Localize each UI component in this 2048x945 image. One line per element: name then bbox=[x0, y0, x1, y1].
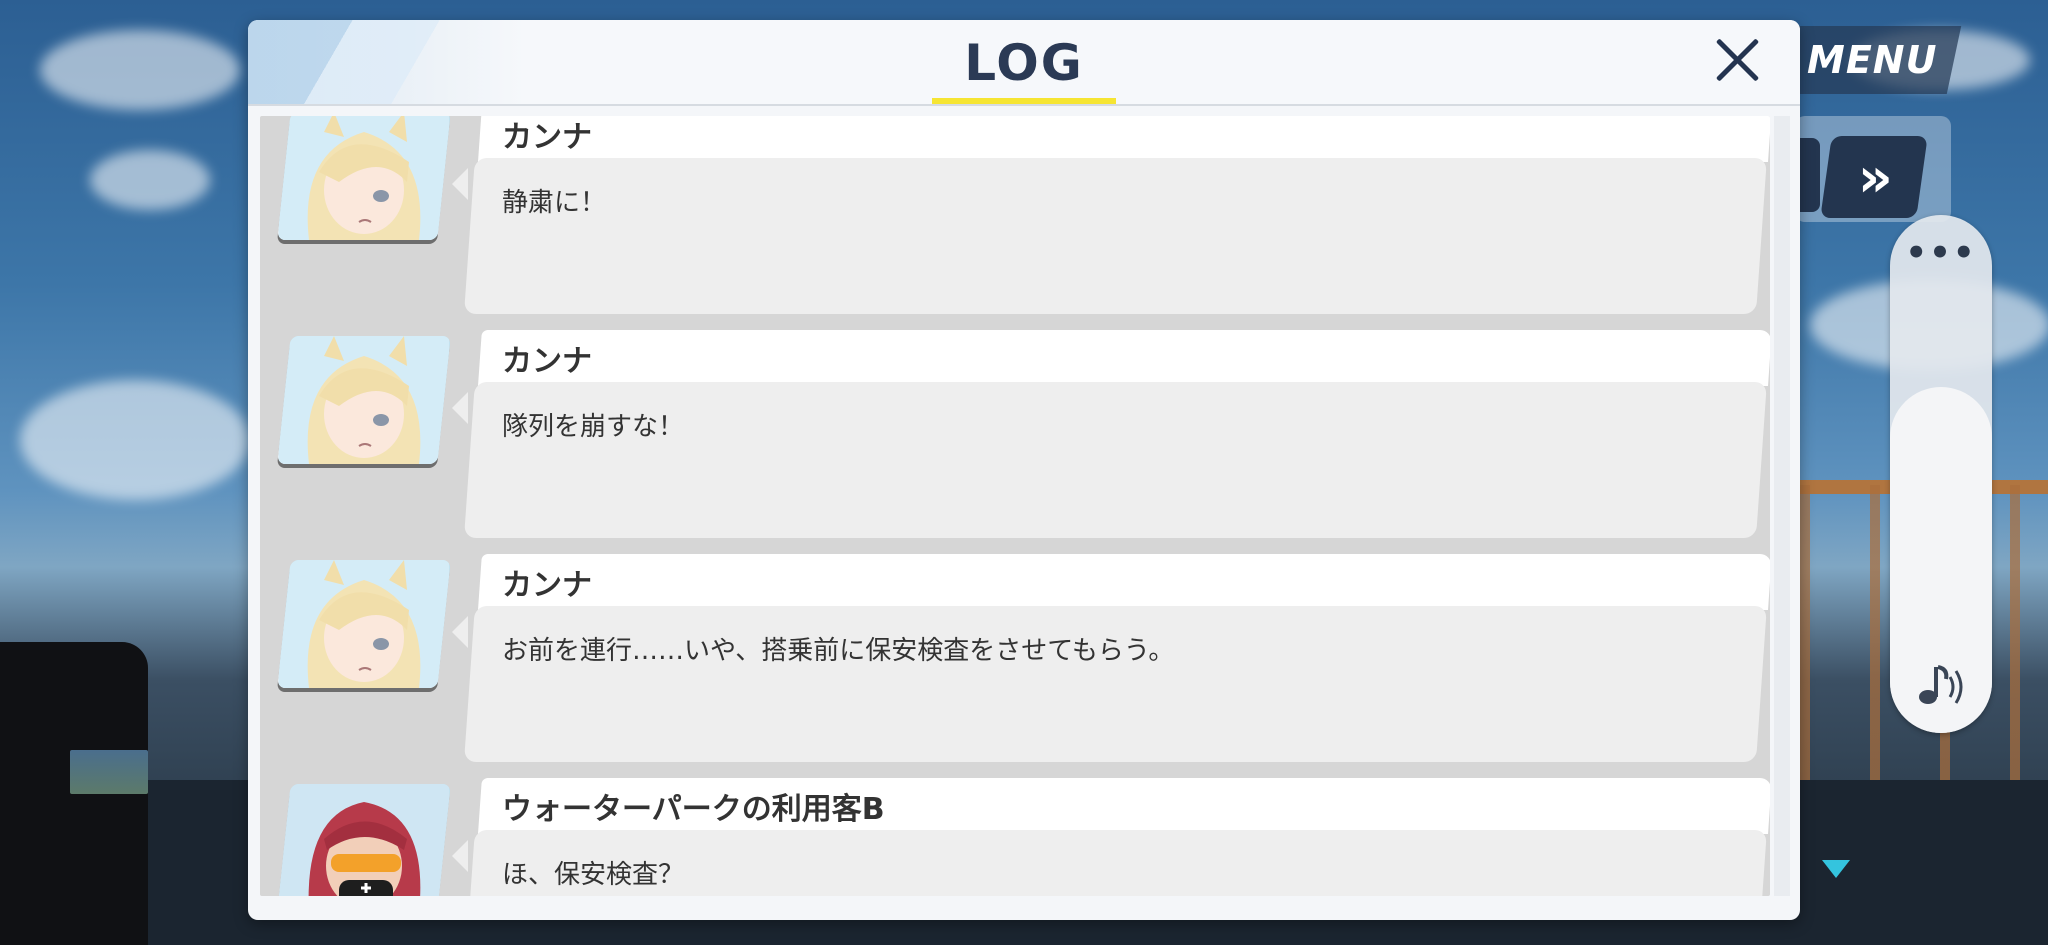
next-indicator-icon bbox=[1822, 860, 1850, 878]
log-entry: ウォーターパークの利用客B ほ、保安検査？ bbox=[260, 778, 1770, 896]
music-note-volume-icon[interactable] bbox=[1914, 655, 1970, 711]
log-title: LOG bbox=[964, 34, 1084, 92]
log-entry: カンナ 隊列を崩すな！ bbox=[260, 330, 1770, 540]
dialogue-text: お前を連行……いや、搭乗前に保安検査をさせてもらう。 bbox=[502, 636, 1175, 666]
water-park-guest-portrait-icon bbox=[277, 784, 451, 896]
dialogue-bubble bbox=[464, 158, 1767, 314]
menu-label: MENU bbox=[1806, 38, 1938, 82]
bubble-tail bbox=[452, 840, 468, 872]
more-options-icon[interactable]: ••• bbox=[1890, 233, 1992, 273]
kanna-portrait-icon bbox=[277, 560, 451, 688]
speaker-name: カンナ bbox=[502, 120, 592, 155]
header-divider bbox=[248, 104, 1800, 106]
cloud bbox=[90, 150, 210, 210]
auto-button[interactable] bbox=[1798, 138, 1820, 212]
bubble-tail bbox=[452, 392, 468, 424]
cloud bbox=[40, 30, 240, 110]
video-thumbnail[interactable] bbox=[70, 750, 148, 794]
kanna-portrait-icon bbox=[277, 336, 451, 464]
name-plate bbox=[478, 116, 1770, 162]
log-header: LOG bbox=[248, 20, 1800, 105]
dialogue-text: 静粛に！ bbox=[502, 188, 607, 218]
speaker-name: カンナ bbox=[502, 568, 592, 603]
speaker-name: ウォーターパークの利用客B bbox=[502, 792, 885, 827]
log-entry: カンナ 静粛に！ bbox=[260, 116, 1770, 316]
log-scrollbar[interactable] bbox=[1774, 116, 1790, 896]
speaker-name: カンナ bbox=[502, 344, 592, 379]
volume-slider[interactable] bbox=[1890, 387, 1992, 733]
fast-forward-icon: » bbox=[1857, 145, 1879, 209]
bubble-tail bbox=[452, 168, 468, 200]
dialogue-text: ほ、保安検査？ bbox=[502, 860, 685, 890]
volume-panel[interactable]: ••• bbox=[1890, 215, 1992, 733]
log-list[interactable]: カンナ 静粛に！ カンナ 隊列を崩すな！ カンナ お前を連行……いや、搭乗前に保… bbox=[260, 116, 1770, 896]
kanna-portrait-icon bbox=[277, 116, 451, 240]
log-entry: カンナ お前を連行……いや、搭乗前に保安検査をさせてもらう。 bbox=[260, 554, 1770, 764]
name-plate bbox=[478, 554, 1770, 610]
menu-button[interactable]: MENU bbox=[1782, 26, 1962, 94]
skip-button[interactable]: » bbox=[1820, 136, 1928, 218]
cloud bbox=[20, 380, 250, 500]
close-icon[interactable] bbox=[1708, 30, 1768, 90]
dialogue-text: 隊列を崩すな！ bbox=[502, 412, 685, 442]
log-dialog: LOG カンナ 静粛に！ カンナ 隊列を崩すな！ カンナ お前を連行……いや、搭… bbox=[248, 20, 1800, 920]
minimized-video-panel[interactable] bbox=[0, 642, 148, 945]
name-plate bbox=[478, 330, 1770, 386]
bubble-tail bbox=[452, 616, 468, 648]
